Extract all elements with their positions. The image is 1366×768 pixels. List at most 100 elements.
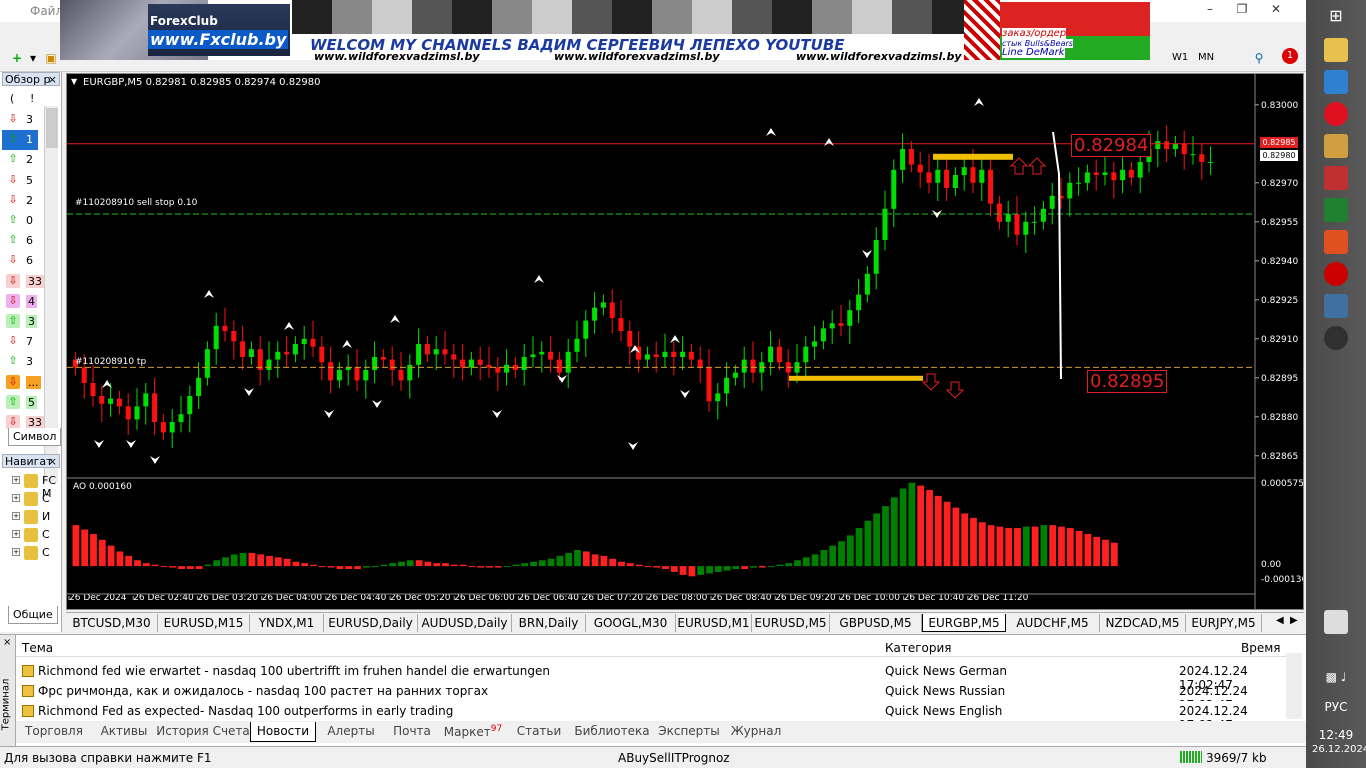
keyboard-icon[interactable] xyxy=(1324,610,1348,634)
col-category[interactable]: Категория xyxy=(885,641,952,655)
tray-lang[interactable]: РУС xyxy=(1312,700,1360,714)
mw-row[interactable]: ⇧ 1 xyxy=(2,130,38,151)
mw-row[interactable]: ⇩ 6 xyxy=(2,251,38,271)
app-icon[interactable] xyxy=(1324,230,1348,254)
chart-window[interactable]: 0.83000 0.82970 0.82955 0.82940 0.82925 0.829… xyxy=(66,73,1307,610)
tab-common[interactable]: Общие xyxy=(8,606,58,624)
store-icon[interactable] xyxy=(1324,70,1348,94)
photos-icon[interactable] xyxy=(1324,294,1348,318)
window-menu-file[interactable]: Файл xyxy=(30,4,63,18)
candle-body xyxy=(988,169,994,204)
mw-row[interactable]: ⇧ 5 xyxy=(2,393,38,413)
timeframe-mn[interactable]: MN xyxy=(1198,52,1214,63)
close-icon[interactable]: × xyxy=(48,455,57,468)
symbol-tab[interactable]: EURUSD,Daily xyxy=(324,614,418,632)
tray-date[interactable]: 26.12.2024 xyxy=(1312,744,1366,755)
notification-badge[interactable]: 1 xyxy=(1282,48,1298,64)
mw-col-symbol[interactable]: ( xyxy=(10,92,14,105)
nav-item[interactable]: + С xyxy=(12,526,60,544)
explorer-icon[interactable] xyxy=(1324,38,1348,62)
paint-icon[interactable] xyxy=(1324,134,1348,158)
terminal-tab[interactable]: История Счета xyxy=(156,722,250,742)
tabs-left-arrow-icon[interactable]: ◀ xyxy=(1276,615,1284,626)
tree-expand-icon[interactable]: + xyxy=(12,494,20,502)
media-icon[interactable] xyxy=(1324,326,1348,350)
profiles-icon[interactable]: ▣ xyxy=(42,49,60,67)
mw-row[interactable]: ⇧ 3 xyxy=(2,352,38,372)
tree-expand-icon[interactable]: + xyxy=(12,530,20,538)
timeframe-w1[interactable]: W1 xyxy=(1172,52,1188,63)
col-topic[interactable]: Тема xyxy=(22,641,53,655)
terminal-tab[interactable]: Эксперты xyxy=(654,722,724,742)
symbol-tab[interactable]: AUDCHF,M5 xyxy=(1006,614,1100,632)
terminal-close-icon[interactable]: × xyxy=(3,637,11,648)
mw-row[interactable]: ⇧ 3 xyxy=(2,312,38,332)
symbol-tab[interactable]: AUDUSD,Daily xyxy=(418,614,512,632)
calculator-icon[interactable] xyxy=(1324,198,1348,222)
restore-button[interactable]: ❐ xyxy=(1232,2,1252,18)
symbol-tab[interactable]: EURGBP,M5 xyxy=(922,614,1006,632)
record-icon[interactable] xyxy=(1324,262,1348,286)
tray-icons[interactable]: ▩ ♩ xyxy=(1312,670,1360,684)
chart-menu-arrow-icon[interactable]: ▼ xyxy=(71,77,77,86)
tree-expand-icon[interactable]: + xyxy=(12,512,20,520)
nav-item[interactable]: + С xyxy=(12,490,60,508)
mw-row[interactable]: ⇩ 3 xyxy=(2,110,38,130)
dropdown-icon[interactable]: ▾ xyxy=(24,49,42,67)
symbol-tab[interactable]: BTCUSD,M30 xyxy=(66,614,158,632)
mw-row[interactable]: ⇩ 7 xyxy=(2,332,38,352)
mw-scrollbar[interactable] xyxy=(44,106,58,482)
mw-row[interactable]: ⇩... xyxy=(2,373,41,393)
mw-row[interactable]: ⇩ 5 xyxy=(2,171,38,191)
tab-symbol[interactable]: Символ xyxy=(8,428,62,446)
search-icon[interactable]: ⚲ xyxy=(1250,49,1268,67)
nav-item[interactable]: + FC M xyxy=(12,472,60,500)
terminal-tab[interactable]: Алерты xyxy=(316,722,386,742)
tabs-right-arrow-icon[interactable]: ▶ xyxy=(1290,615,1298,626)
navigator-title[interactable]: Навигат × xyxy=(2,454,60,468)
terminal-tab[interactable]: Новости xyxy=(250,722,316,742)
mw-row[interactable]: ⇧ 2 xyxy=(2,150,38,170)
close-icon[interactable]: × xyxy=(48,73,57,86)
news-row[interactable]: Richmond fed wie erwartet - nasdaq 100 u… xyxy=(16,661,1286,692)
market-watch-title[interactable]: Обзор р × xyxy=(2,72,60,86)
col-time[interactable]: Время xyxy=(1241,641,1281,655)
mw-scroll-thumb[interactable] xyxy=(46,108,58,148)
speaker-icon[interactable] xyxy=(1324,166,1348,190)
tree-expand-icon[interactable]: + xyxy=(12,476,20,484)
mw-row[interactable]: ⇩ 2 xyxy=(2,191,38,211)
symbol-tab[interactable]: NZDCAD,M5 xyxy=(1100,614,1186,632)
tray-time[interactable]: 12:49 xyxy=(1312,728,1360,742)
nav-item[interactable]: + С xyxy=(12,544,60,562)
news-row[interactable]: Richmond Fed as expected- Nasdaq 100 out… xyxy=(16,701,1286,732)
news-row[interactable]: Фрс ричмонда, как и ожидалось - nasdaq 1… xyxy=(16,681,1286,712)
start-icon[interactable]: ⊞ xyxy=(1324,6,1348,30)
symbol-tab[interactable]: BRN,Daily xyxy=(512,614,586,632)
mw-col-alert[interactable]: ! xyxy=(30,92,34,105)
symbol-tab[interactable]: EURUSD,M15 xyxy=(158,614,250,632)
tree-expand-icon[interactable]: + xyxy=(12,548,20,556)
terminal-tab[interactable]: Активы xyxy=(92,722,156,742)
minimize-button[interactable]: – xyxy=(1200,2,1220,18)
symbol-tab[interactable]: GOOGL,M30 xyxy=(586,614,676,632)
terminal-tab[interactable]: Статьи xyxy=(508,722,570,742)
mw-row[interactable]: ⇩ 4 xyxy=(2,292,38,312)
nav-item[interactable]: + И xyxy=(12,508,60,526)
ad-banner[interactable]: ForexClub www.Fxclub.by WELCOM MY CHANNE… xyxy=(60,0,1150,63)
news-scrollbar[interactable] xyxy=(1286,653,1302,719)
symbol-tab[interactable]: EURUSD,M5 xyxy=(752,614,830,632)
terminal-tab[interactable]: Почта xyxy=(386,722,438,742)
terminal-tab[interactable]: Журнал xyxy=(724,722,788,742)
close-button[interactable]: ✕ xyxy=(1266,2,1286,18)
mw-row[interactable]: ⇧ 6 xyxy=(2,231,38,251)
terminal-tab[interactable]: Торговля xyxy=(16,722,92,742)
symbol-tab[interactable]: GBPUSD,M5 xyxy=(830,614,922,632)
opera-icon[interactable] xyxy=(1324,102,1348,126)
symbol-tab[interactable]: EURJPY,M5 xyxy=(1186,614,1262,632)
mw-row[interactable]: ⇩ 33 xyxy=(2,272,44,292)
symbol-tab[interactable]: EURUSD,M1 xyxy=(676,614,752,632)
mw-row[interactable]: ⇧ 0 xyxy=(2,211,38,231)
symbol-tab[interactable]: YNDX,M1 xyxy=(250,614,324,632)
terminal-tab[interactable]: Библиотека xyxy=(570,722,654,742)
terminal-tab[interactable]: Маркет97 xyxy=(438,722,508,742)
